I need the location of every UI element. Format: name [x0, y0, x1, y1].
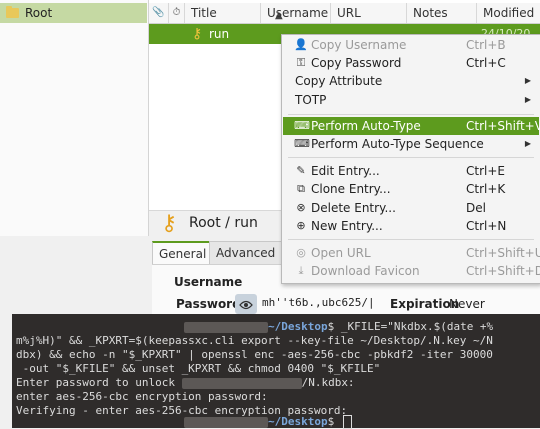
keyboard-icon: ⌨ — [294, 119, 310, 132]
terminal-line: Enter password to unlock /N.kdbx: — [16, 376, 355, 389]
entry-title: run — [209, 27, 230, 41]
menu-item-label: Copy Attribute — [295, 74, 383, 88]
menu-item-shortcut: Ctrl+Shift+V — [466, 119, 540, 133]
menu-item-shortcut: Ctrl+E — [466, 164, 505, 178]
menu-item-new-entry[interactable]: ⊕ New Entry... Ctrl+N — [283, 217, 539, 235]
menu-item-shortcut: Ctrl+N — [466, 219, 507, 233]
terminal-window[interactable]: ~/Desktop$ _KFILE="Nkdbx.$(date +% m%j%H… — [12, 314, 540, 429]
menu-item-label: TOTP — [295, 93, 327, 107]
menu-item-label: Open URL — [311, 246, 371, 260]
column-modified[interactable]: Modified — [477, 3, 540, 23]
menu-item-shortcut: Del — [466, 201, 486, 215]
prompt-path: ~/Desktop — [268, 415, 328, 428]
menu-item-edit-entry[interactable]: ✎ Edit Entry... Ctrl+E — [283, 162, 539, 180]
menu-item-label: Clone Entry... — [311, 182, 391, 196]
column-username[interactable]: Username — [261, 3, 331, 23]
expiration-value: Never — [449, 297, 485, 311]
password-label: Password — [176, 297, 241, 311]
terminal-line: enter aes-256-cbc encryption password: — [16, 390, 268, 403]
tree-item-label: Root — [25, 6, 53, 20]
terminal-line: dbx) && echo -n "$_KPXRT" | openssl enc … — [16, 348, 493, 361]
column-url[interactable]: URL — [331, 3, 407, 23]
terminal-line: -out "$_KFILE" && unset _KPXRT && chmod … — [16, 362, 381, 375]
menu-item-label: Copy Username — [311, 38, 407, 52]
expiry-column-icon[interactable]: ⏱ — [169, 3, 185, 23]
submenu-arrow-icon: ▶ — [524, 139, 531, 148]
command-text: _KFILE="Nkdbx.$(date +% — [340, 320, 494, 333]
delete-icon: ⊗ — [296, 201, 306, 214]
key-icon: ⚷ — [161, 211, 178, 236]
menu-item-delete-entry[interactable]: ⊗ Delete Entry... Del — [283, 199, 539, 217]
column-title[interactable]: Title ▲ — [185, 3, 283, 23]
menu-item-label: Download Favicon — [311, 264, 420, 278]
password-value: mh''t6b.,ubc625/| — [262, 296, 375, 309]
prompt-path: ~/Desktop — [268, 320, 328, 333]
key-icon: ⚿ — [296, 56, 306, 69]
terminal-text: Enter password to unlock — [16, 376, 182, 389]
menu-item-copy-password[interactable]: ⚿ Copy Password Ctrl+C — [283, 54, 539, 72]
folder-icon — [6, 6, 19, 18]
pencil-icon: ✎ — [296, 164, 306, 177]
column-notes[interactable]: Notes — [407, 3, 477, 23]
group-tree: Root — [0, 0, 149, 236]
terminal-line: ~/Desktop$ — [184, 415, 352, 429]
redacted-block — [181, 377, 302, 389]
table-header: 📎 ⏱ Title ▲ Username URL Notes Modified — [149, 3, 540, 24]
menu-item-copy-attribute[interactable]: Copy Attribute ▶ — [283, 72, 539, 90]
tab-general[interactable]: General — [152, 241, 214, 265]
prompt-symbol: $ — [327, 320, 341, 333]
prompt-symbol: $ — [327, 415, 341, 428]
menu-item-label: Perform Auto-Type — [311, 119, 421, 133]
column-title-label: Title — [191, 6, 217, 20]
keyboard-icon: ⌨ — [294, 137, 310, 150]
submenu-arrow-icon: ▶ — [524, 76, 531, 85]
tree-item-root[interactable]: Root — [0, 3, 147, 23]
menu-item-clone-entry[interactable]: ⧉ Clone Entry... Ctrl+K — [283, 180, 539, 198]
submenu-arrow-icon: ▶ — [524, 95, 531, 104]
entry-path: Root / run — [189, 215, 258, 231]
menu-item-shortcut: Ctrl+K — [466, 182, 506, 196]
key-icon: ⚷ — [192, 26, 203, 42]
terminal-cursor — [342, 415, 352, 429]
clone-icon: ⧉ — [297, 182, 305, 195]
menu-item-totp[interactable]: TOTP ▶ — [283, 91, 539, 109]
menu-item-shortcut: Ctrl+Shift+U — [466, 246, 540, 260]
menu-separator — [288, 157, 534, 158]
menu-item-shortcut: Ctrl+C — [466, 56, 506, 70]
menu-item-label: New Entry... — [311, 219, 383, 233]
menu-separator — [288, 239, 534, 240]
menu-item-label: Delete Entry... — [311, 201, 396, 215]
download-icon: ⤓ — [298, 264, 304, 277]
menu-item-label: Perform Auto-Type Sequence — [311, 137, 484, 151]
terminal-text: /N.kdbx: — [301, 376, 355, 389]
attachment-column-icon[interactable]: 📎 — [149, 3, 169, 23]
user-icon: 👤 — [294, 38, 308, 51]
redacted-block — [184, 416, 268, 428]
globe-icon: ◎ — [296, 246, 306, 259]
menu-item-label: Edit Entry... — [311, 164, 380, 178]
redacted-block — [184, 321, 268, 333]
menu-item-perform-autotype-sequence[interactable]: ⌨ Perform Auto-Type Sequence ▶ — [283, 135, 539, 153]
menu-separator — [288, 114, 534, 115]
terminal-line: m%j%H)" && _KPXRT=$(keepassxc.cli export… — [16, 334, 493, 347]
menu-item-label: Copy Password — [311, 56, 402, 70]
tab-advanced[interactable]: Advanced — [209, 241, 283, 264]
terminal-line: ~/Desktop$ _KFILE="Nkdbx.$(date +% — [184, 320, 493, 333]
menu-item-perform-autotype[interactable]: ⌨ Perform Auto-Type Ctrl+Shift+V — [283, 117, 540, 135]
add-icon: ⊕ — [296, 219, 306, 232]
menu-item-download-favicon[interactable]: ⤓ Download Favicon Ctrl+Shift+D — [283, 262, 540, 280]
menu-item-copy-username[interactable]: 👤 Copy Username Ctrl+B — [283, 36, 539, 54]
reveal-password-button[interactable] — [235, 294, 257, 314]
entry-context-menu: 👤 Copy Username Ctrl+B ⚿ Copy Password C… — [281, 34, 540, 284]
menu-item-shortcut: Ctrl+Shift+D — [466, 264, 540, 278]
username-label: Username — [174, 275, 243, 289]
eye-icon — [239, 300, 253, 309]
menu-item-open-url[interactable]: ◎ Open URL Ctrl+Shift+U — [283, 244, 540, 262]
menu-item-shortcut: Ctrl+B — [466, 38, 506, 52]
